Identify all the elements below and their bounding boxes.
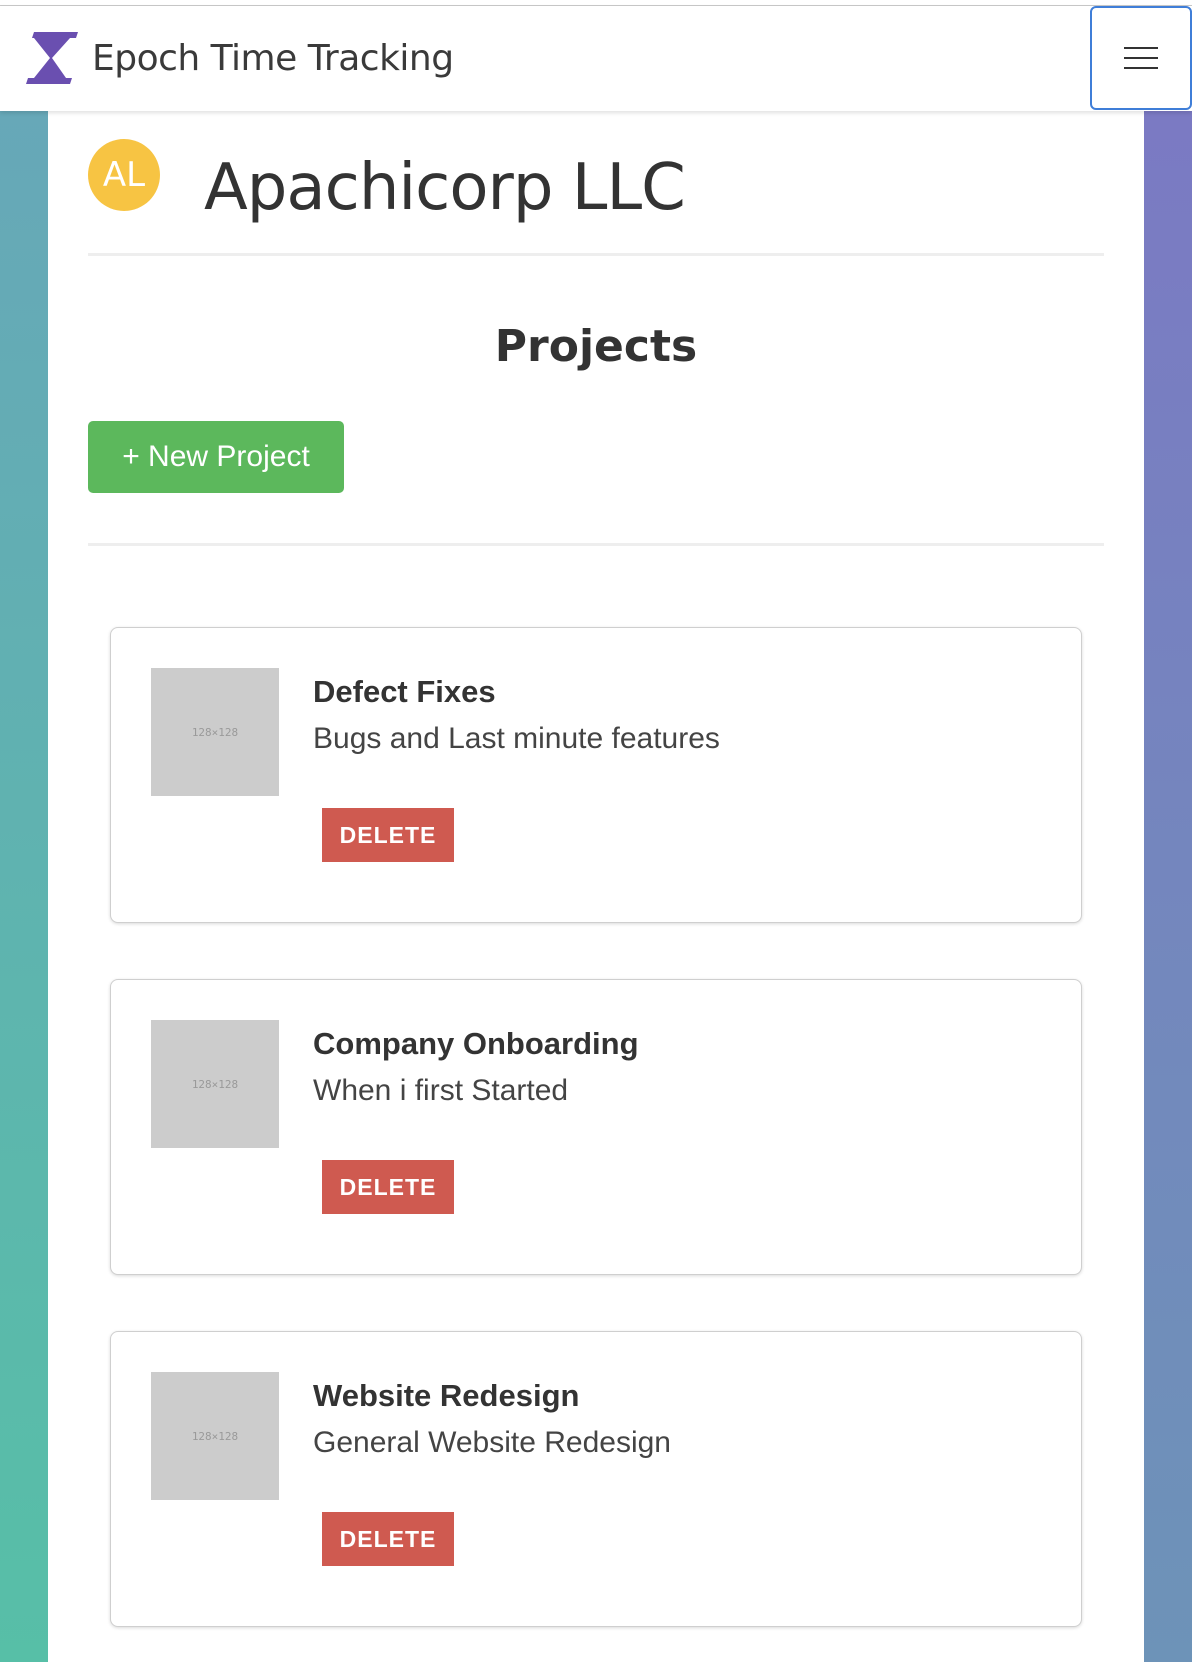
hamburger-menu-button[interactable]	[1090, 6, 1192, 110]
navbar: Epoch Time Tracking	[0, 6, 1192, 111]
brand-title: Epoch Time Tracking	[92, 37, 454, 79]
project-card[interactable]: 128×128 Website Redesign General Website…	[110, 1331, 1082, 1627]
project-description: General Website Redesign	[313, 1426, 671, 1459]
hourglass-icon	[26, 32, 78, 84]
delete-project-button[interactable]: DELETE	[322, 1160, 454, 1214]
project-thumbnail: 128×128	[151, 1372, 279, 1500]
background-right-gradient	[1144, 0, 1192, 1662]
project-name[interactable]: Company Onboarding	[313, 1026, 639, 1062]
project-thumbnail: 128×128	[151, 1020, 279, 1148]
delete-project-button[interactable]: DELETE	[322, 1512, 454, 1566]
hamburger-menu-icon	[1124, 39, 1158, 77]
main-content-card: AL Apachicorp LLC Projects + New Project…	[48, 111, 1144, 1662]
delete-project-button[interactable]: DELETE	[322, 808, 454, 862]
background-left-gradient	[0, 0, 48, 1662]
company-name: Apachicorp LLC	[204, 151, 686, 225]
divider	[88, 253, 1104, 256]
project-thumbnail: 128×128	[151, 668, 279, 796]
project-card[interactable]: 128×128 Company Onboarding When i first …	[110, 979, 1082, 1275]
new-project-button[interactable]: + New Project	[88, 421, 344, 493]
project-name[interactable]: Defect Fixes	[313, 674, 496, 710]
project-name[interactable]: Website Redesign	[313, 1378, 579, 1414]
projects-heading: Projects	[494, 321, 698, 372]
project-card[interactable]: 128×128 Defect Fixes Bugs and Last minut…	[110, 627, 1082, 923]
project-description: When i first Started	[313, 1074, 569, 1107]
divider	[88, 543, 1104, 546]
brand[interactable]: Epoch Time Tracking	[20, 28, 454, 88]
company-avatar: AL	[88, 139, 160, 211]
project-description: Bugs and Last minute features	[313, 722, 720, 755]
